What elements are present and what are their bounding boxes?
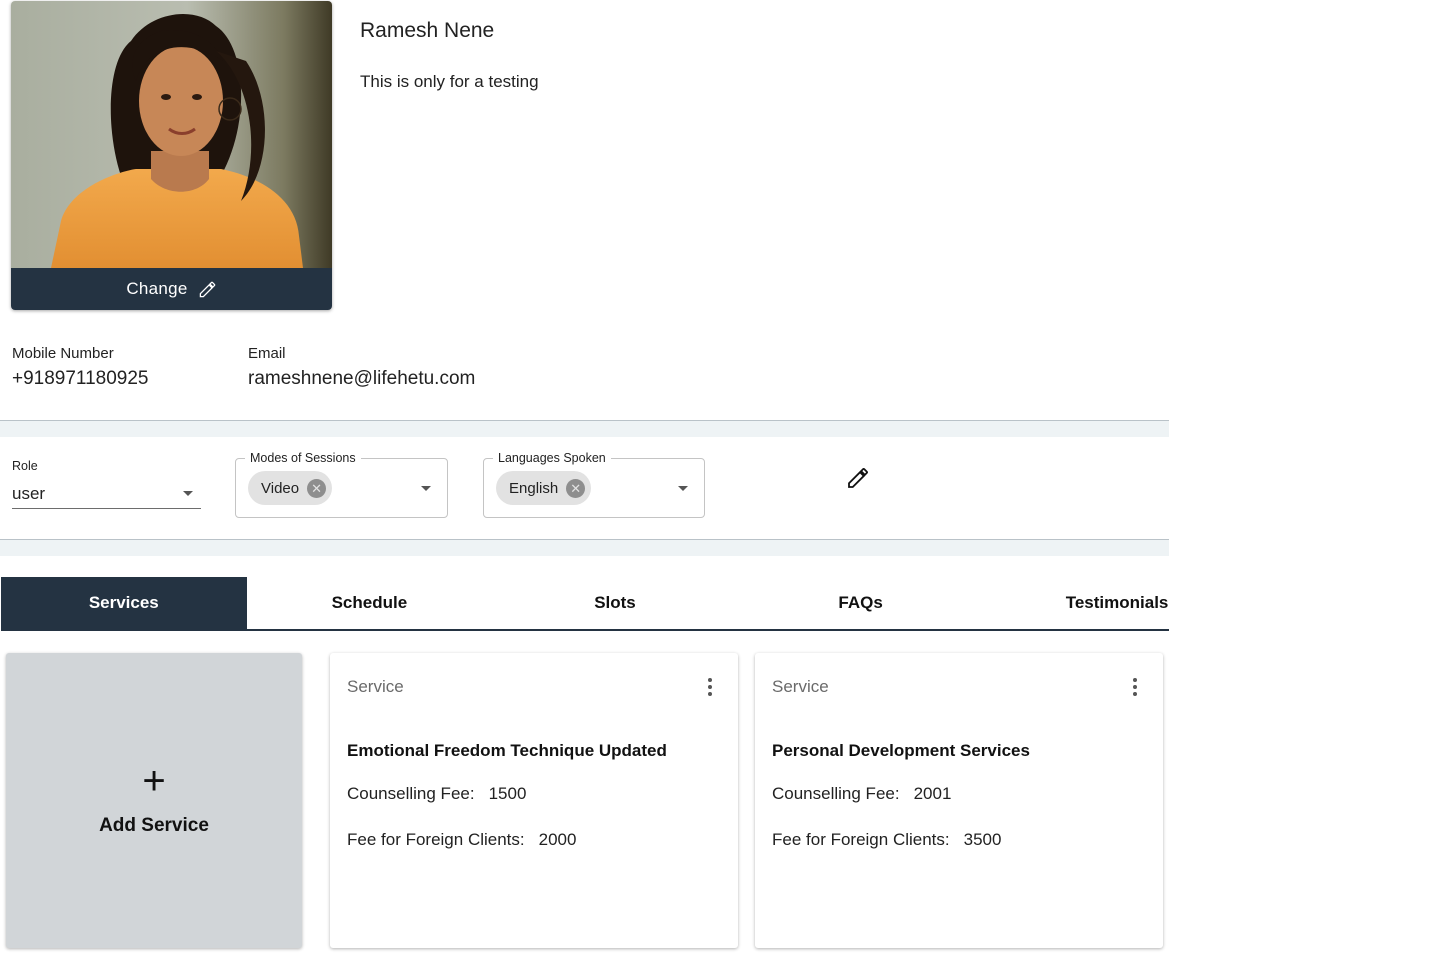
profile-tabs: Services Schedule Slots FAQs Testimonial… bbox=[1, 577, 1169, 631]
role-value: user bbox=[12, 484, 46, 503]
mobile-number-label: Mobile Number bbox=[12, 345, 114, 362]
plus-icon: + bbox=[142, 759, 166, 803]
language-chip: English ✕ bbox=[496, 471, 592, 505]
session-mode-chip: Video ✕ bbox=[248, 471, 333, 505]
arrow-drop-down-icon bbox=[678, 486, 688, 491]
counselling-fee-value: 1500 bbox=[488, 784, 527, 803]
profile-bio: This is only for a testing bbox=[360, 72, 539, 91]
counselling-fee-row: Counselling Fee: 2001 bbox=[772, 784, 951, 804]
service-card: Service Emotional Freedom Technique Upda… bbox=[330, 653, 738, 948]
tab-slots[interactable]: Slots bbox=[492, 577, 738, 629]
service-title: Emotional Freedom Technique Updated bbox=[347, 741, 667, 760]
pencil-icon bbox=[199, 281, 215, 297]
section-divider bbox=[0, 539, 1169, 556]
profile-photo-card: Change bbox=[11, 1, 332, 310]
counselling-fee-value: 2001 bbox=[913, 784, 952, 803]
profile-name: Ramesh Nene bbox=[360, 19, 495, 42]
service-card-overline: Service bbox=[347, 677, 404, 696]
foreign-fee-value: 3500 bbox=[963, 830, 1002, 849]
cancel-circle-icon[interactable]: ✕ bbox=[307, 478, 327, 498]
counselling-fee-label: Counselling Fee: bbox=[772, 784, 900, 803]
add-service-card[interactable]: + Add Service bbox=[6, 653, 302, 948]
role-label: Role bbox=[12, 459, 38, 473]
counselling-fee-row: Counselling Fee: 1500 bbox=[347, 784, 526, 804]
mobile-number-value: +918971180925 bbox=[12, 368, 149, 389]
tab-faqs[interactable]: FAQs bbox=[738, 577, 984, 629]
tab-services[interactable]: Services bbox=[1, 577, 247, 629]
profile-photo bbox=[11, 1, 332, 268]
foreign-fee-label: Fee for Foreign Clients: bbox=[772, 830, 950, 849]
change-photo-button[interactable]: Change bbox=[11, 268, 332, 310]
language-chip-label: English bbox=[509, 479, 559, 497]
section-divider bbox=[0, 420, 1169, 437]
service-card: Service Personal Development Services Co… bbox=[755, 653, 1163, 948]
more-vert-icon[interactable] bbox=[1127, 676, 1143, 698]
pencil-icon[interactable] bbox=[846, 466, 870, 490]
modes-of-sessions-select[interactable]: Modes of Sessions Video ✕ bbox=[235, 451, 448, 518]
tab-testimonials[interactable]: Testimonials bbox=[983, 577, 1169, 629]
foreign-fee-row: Fee for Foreign Clients: 2000 bbox=[347, 830, 576, 850]
email-value: rameshnene@lifehetu.com bbox=[248, 368, 476, 389]
foreign-fee-label: Fee for Foreign Clients: bbox=[347, 830, 525, 849]
languages-spoken-select[interactable]: Languages Spoken English ✕ bbox=[483, 451, 705, 518]
cancel-circle-icon[interactable]: ✕ bbox=[566, 478, 586, 498]
service-card-overline: Service bbox=[772, 677, 829, 696]
tab-schedule[interactable]: Schedule bbox=[247, 577, 493, 629]
languages-spoken-label: Languages Spoken bbox=[493, 451, 611, 465]
service-title: Personal Development Services bbox=[772, 741, 1030, 760]
email-label: Email bbox=[248, 345, 286, 362]
role-select[interactable]: user bbox=[12, 480, 201, 509]
change-photo-label: Change bbox=[126, 279, 188, 298]
foreign-fee-row: Fee for Foreign Clients: 3500 bbox=[772, 830, 1001, 850]
session-mode-chip-label: Video bbox=[261, 479, 300, 497]
more-vert-icon[interactable] bbox=[702, 676, 718, 698]
modes-of-sessions-label: Modes of Sessions bbox=[245, 451, 361, 465]
arrow-drop-down-icon bbox=[421, 486, 431, 491]
arrow-drop-down-icon bbox=[183, 491, 193, 496]
foreign-fee-value: 2000 bbox=[538, 830, 577, 849]
add-service-label: Add Service bbox=[99, 815, 209, 836]
counselling-fee-label: Counselling Fee: bbox=[347, 784, 475, 803]
